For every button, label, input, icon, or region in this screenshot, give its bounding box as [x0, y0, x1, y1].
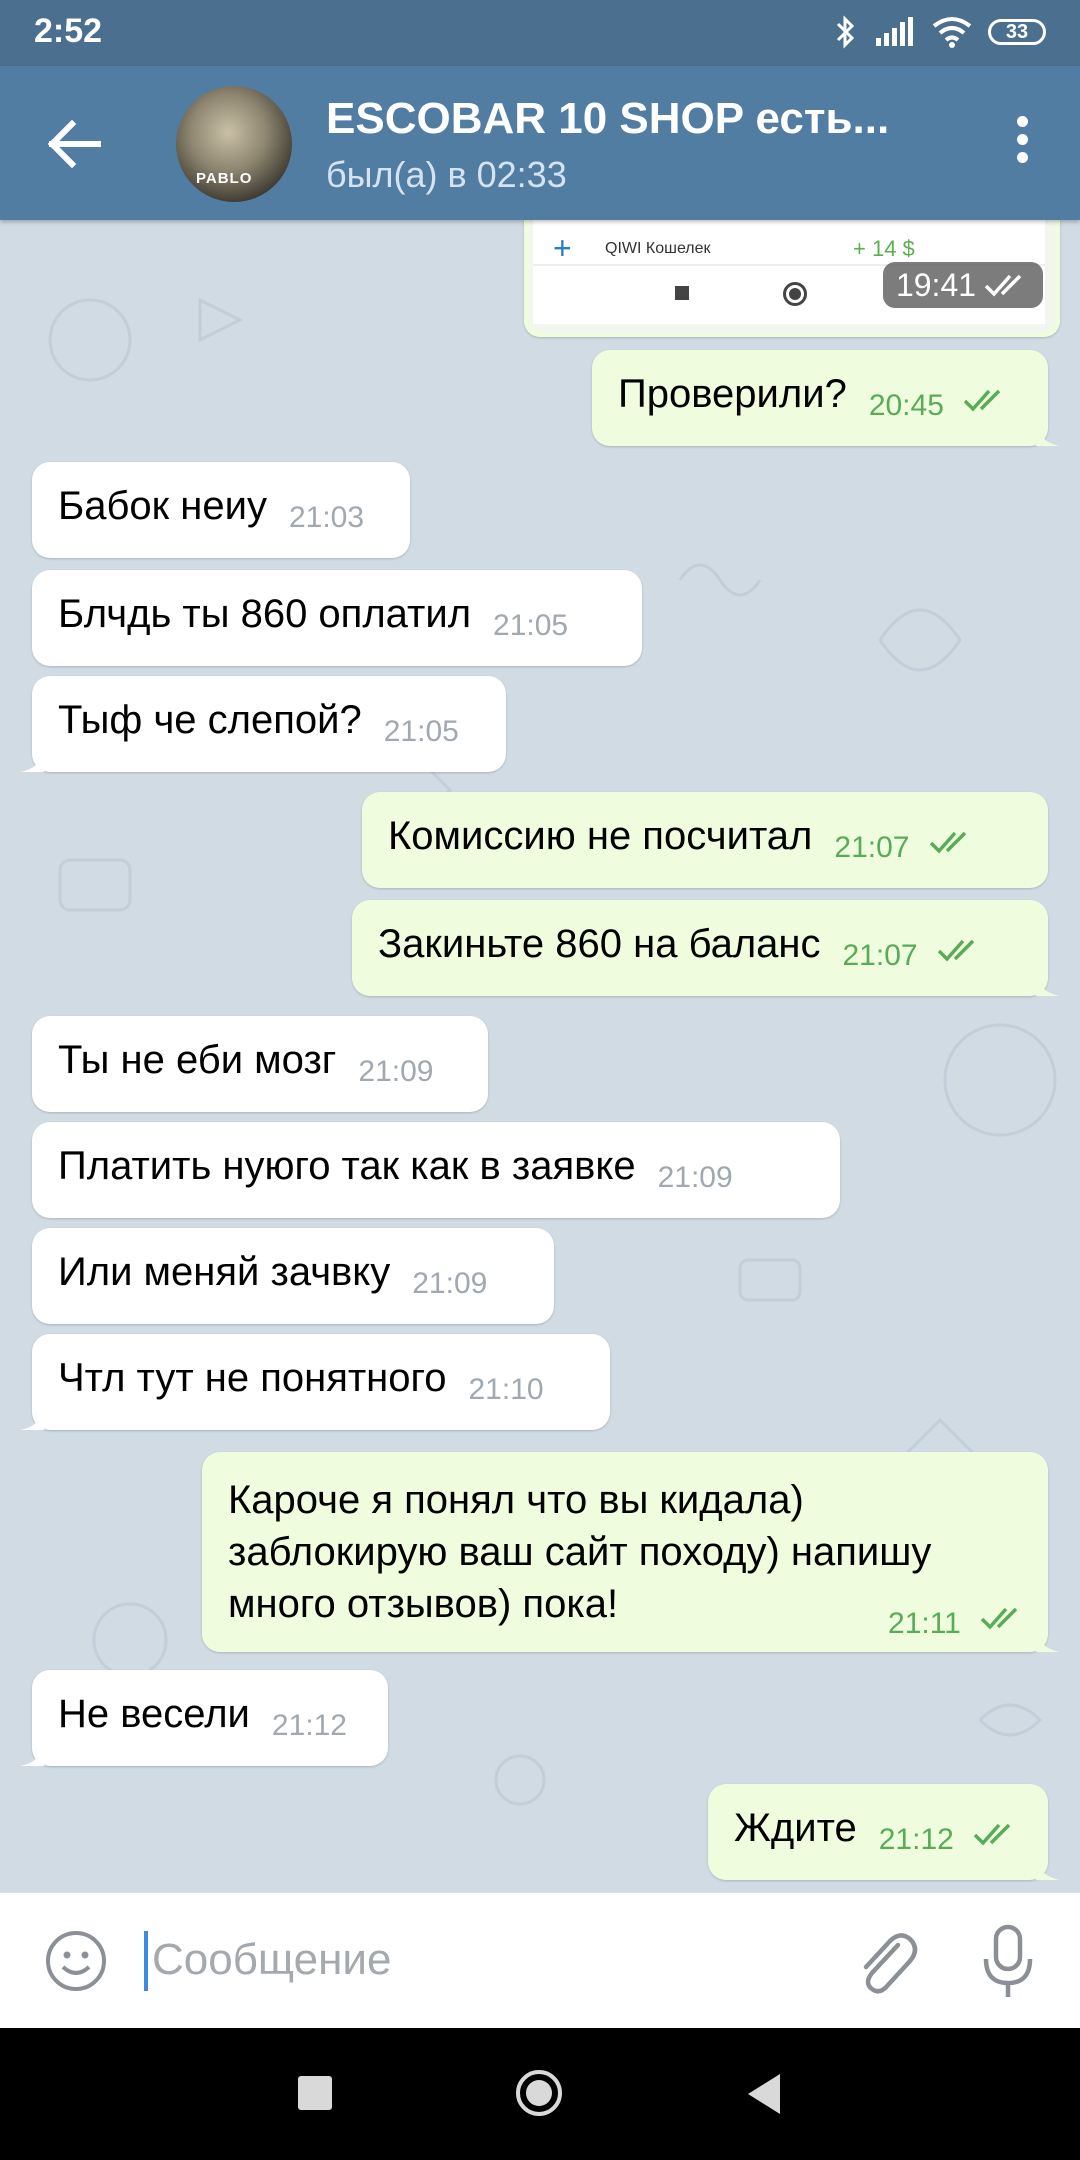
- image-time: 19:41: [895, 266, 977, 303]
- bubble-tail: [1036, 1628, 1060, 1652]
- message-text: Ты не еби мозг: [58, 1038, 337, 1082]
- image-time-badge: 19:41: [883, 262, 1043, 308]
- message-composer: Сообщение: [0, 1892, 1080, 2029]
- message-text: Закиньте 860 на баланс: [378, 922, 821, 966]
- more-menu-icon[interactable]: [1002, 116, 1042, 176]
- message-time: 21:07: [834, 831, 910, 864]
- message-time: 21:09: [358, 1055, 434, 1088]
- message-incoming[interactable]: Бабок неиу 21:03: [32, 462, 410, 558]
- plus-icon: +: [553, 230, 572, 266]
- bubble-tail: [1036, 1856, 1060, 1880]
- message-time: 21:12: [878, 1823, 954, 1856]
- message-outgoing[interactable]: Кароче я понял что вы кидала) заблокирую…: [202, 1452, 1060, 1652]
- status-time: 2:52: [34, 12, 103, 50]
- bluetooth-icon: [836, 15, 855, 49]
- message-incoming[interactable]: Блчдь ты 860 оплатил 21:05: [32, 570, 642, 666]
- avatar-caption: PABLO: [196, 170, 253, 187]
- image-message-qiwi[interactable]: + QIWI Кошелек + 14 $ 19:41: [524, 220, 1060, 337]
- message-incoming[interactable]: Ты не еби мозг 21:09: [32, 1016, 488, 1112]
- chat-header: PABLO ESCOBAR 10 SHOP есть... был(а) в 0…: [0, 66, 1080, 220]
- recent-apps-icon: [675, 286, 689, 300]
- message-incoming[interactable]: Не весели 21:12: [20, 1670, 388, 1766]
- message-text: Чтл тут не понятного: [58, 1356, 447, 1400]
- message-outgoing[interactable]: Комиссию не посчитал 21:07: [362, 792, 1048, 888]
- back-arrow-icon[interactable]: [38, 108, 110, 180]
- text-cursor: [144, 1931, 148, 1991]
- message-time: 21:12: [271, 1709, 347, 1742]
- message-time: 21:05: [493, 609, 569, 642]
- chat-title[interactable]: ESCOBAR 10 SHOP есть...: [326, 94, 936, 144]
- message-incoming[interactable]: Платить нуюго так как в заявке 21:09: [32, 1122, 840, 1218]
- message-list[interactable]: + QIWI Кошелек + 14 $ 19:41 Проверили? 20…: [0, 220, 1080, 1892]
- message-meta: 21:11: [866, 1586, 1026, 1642]
- message-incoming[interactable]: Или меняй зачвку 21:09: [32, 1228, 554, 1324]
- signal-icon: [876, 17, 913, 46]
- emoji-icon[interactable]: [40, 1925, 112, 1997]
- message-outgoing[interactable]: Проверили? 20:45: [592, 350, 1060, 446]
- message-incoming[interactable]: Тыф че слепой? 21:05: [20, 676, 506, 772]
- message-text: Тыф че слепой?: [58, 698, 362, 742]
- microphone-icon[interactable]: [976, 1921, 1040, 2001]
- bubble-tail: [1036, 972, 1060, 996]
- status-icons: 33: [834, 14, 1046, 50]
- home-button-icon[interactable]: [514, 2068, 564, 2118]
- message-text: Ждите: [734, 1806, 857, 1850]
- message-outgoing[interactable]: Закиньте 860 на баланс 21:07: [352, 900, 1060, 996]
- message-time: 20:45: [868, 389, 944, 422]
- wifi-icon: [932, 17, 972, 48]
- qiwi-amount: + 14 $: [853, 236, 915, 261]
- bubble-tail: [1036, 422, 1060, 446]
- message-text: Комиссию не посчитал: [388, 814, 813, 858]
- last-seen-status: был(а) в 02:33: [326, 154, 567, 195]
- message-outgoing[interactable]: Ждите 21:12: [708, 1784, 1060, 1880]
- battery-indicator: 33: [988, 19, 1046, 45]
- double-check-icon: [980, 1608, 1018, 1630]
- message-text: Не весели: [58, 1692, 250, 1736]
- message-time: 21:10: [468, 1373, 544, 1406]
- status-bar: 2:52 33: [0, 0, 1080, 66]
- message-time: 21:09: [412, 1267, 488, 1300]
- message-time: 21:03: [288, 501, 365, 534]
- message-time: 21:05: [383, 715, 459, 748]
- double-check-icon: [937, 940, 974, 962]
- home-icon: [783, 282, 807, 306]
- message-text: Блчдь ты 860 оплатил: [58, 592, 472, 636]
- bubble-tail: [20, 1742, 44, 1766]
- double-check-icon: [963, 390, 1001, 412]
- back-button-icon[interactable]: [744, 2072, 784, 2116]
- avatar[interactable]: PABLO: [176, 86, 292, 202]
- system-nav-bar: [0, 2028, 1080, 2160]
- message-input[interactable]: Сообщение: [140, 1923, 820, 1999]
- message-text: Проверили?: [618, 372, 847, 416]
- double-check-icon: [929, 832, 966, 854]
- message-text: Платить нуюго так как в заявке: [58, 1144, 636, 1188]
- message-text: Бабок неиу: [58, 484, 267, 528]
- message-incoming[interactable]: Чтл тут не понятного 21:10: [20, 1334, 610, 1430]
- double-check-icon: [973, 1824, 1011, 1846]
- message-input-placeholder: Сообщение: [152, 1935, 392, 1984]
- message-time: 21:07: [842, 939, 918, 972]
- message-time: 21:11: [888, 1607, 961, 1640]
- message-text: Или меняй зачвку: [58, 1250, 391, 1294]
- double-check-icon: [984, 274, 1022, 297]
- message-time: 21:09: [657, 1161, 733, 1194]
- attach-icon[interactable]: [848, 1923, 920, 1999]
- bubble-tail: [20, 1406, 44, 1430]
- bubble-tail: [20, 748, 44, 772]
- qiwi-wallet-label: QIWI Кошелек: [605, 240, 711, 257]
- recents-button-icon[interactable]: [298, 2076, 332, 2110]
